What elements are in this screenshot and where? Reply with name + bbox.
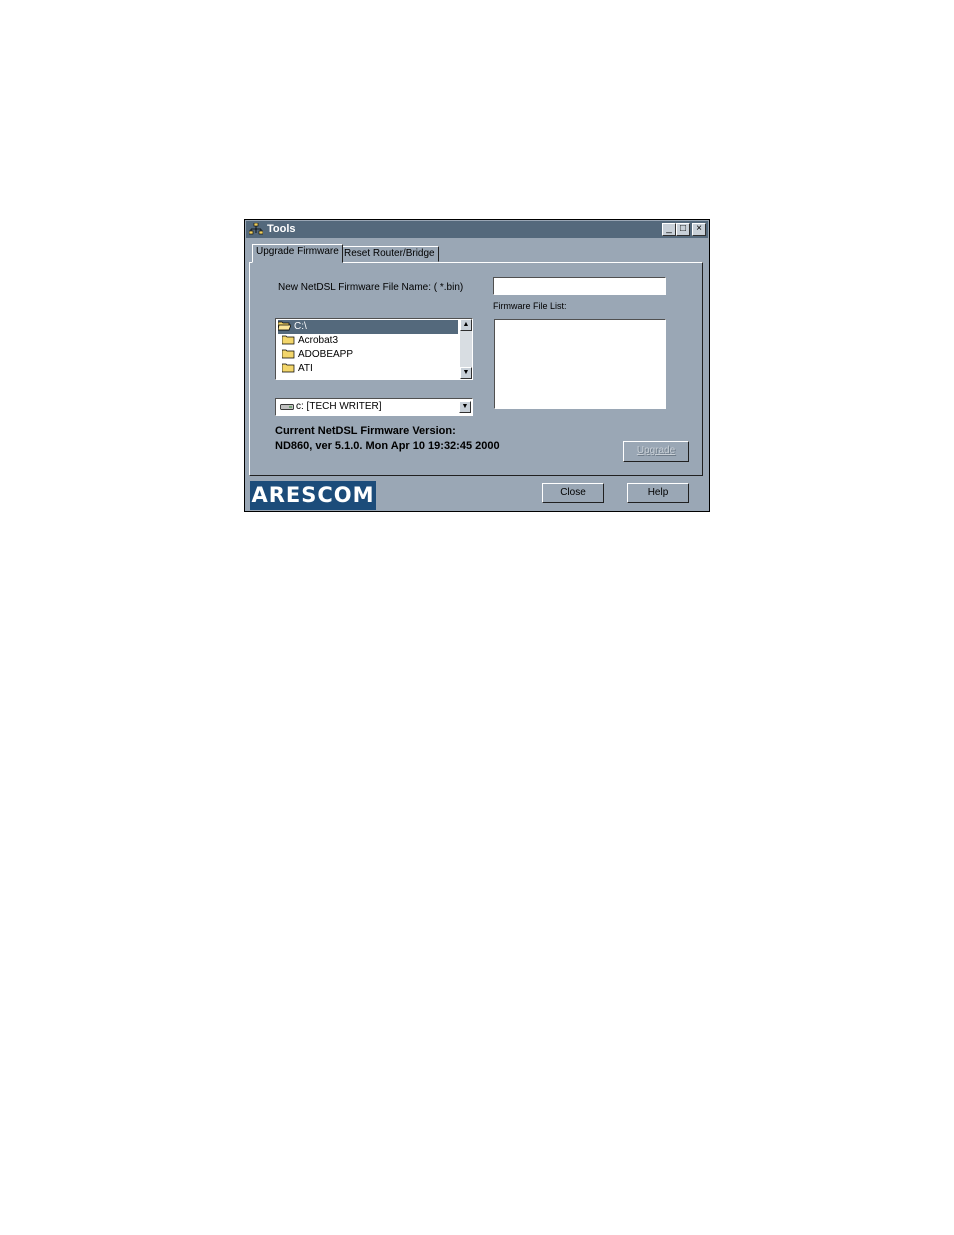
directory-item[interactable]: C:\ — [278, 320, 458, 334]
drive-select[interactable]: c: [TECH WRITER] ▼ — [275, 398, 473, 416]
window-title: Tools — [267, 223, 296, 235]
tools-window: Tools _ □ × Upgrade Firmware Reset Route… — [244, 219, 710, 512]
maximize-button[interactable]: □ — [676, 223, 690, 236]
version-heading: Current NetDSL Firmware Version: — [275, 425, 456, 437]
firmware-file-name-input[interactable] — [493, 277, 666, 295]
upgrade-button[interactable]: Upgrade — [623, 441, 689, 462]
chevron-down-icon[interactable]: ▼ — [459, 401, 471, 413]
directory-item[interactable]: ADOBEAPP — [282, 348, 462, 362]
network-icon — [249, 223, 263, 235]
file-name-label: New NetDSL Firmware File Name: ( *.bin) — [278, 282, 464, 293]
scroll-up-icon[interactable]: ▲ — [460, 319, 472, 331]
drive-icon — [280, 404, 294, 410]
close-button[interactable]: Close — [542, 483, 604, 503]
tab-upgrade-firmware[interactable]: Upgrade Firmware — [252, 244, 343, 263]
directory-name: C:\ — [294, 321, 307, 332]
directory-item[interactable]: ATI — [282, 362, 462, 376]
file-list-label: Firmware File List: — [493, 301, 567, 311]
directory-name: ATI — [298, 363, 313, 374]
help-button[interactable]: Help — [627, 483, 689, 503]
directory-item[interactable]: Acrobat3 — [282, 334, 462, 348]
directory-name: Acrobat3 — [298, 335, 339, 346]
directory-scrollbar[interactable]: ▲ ▼ — [460, 319, 472, 379]
tab-reset-router-bridge[interactable]: Reset Router/Bridge — [340, 246, 439, 262]
directory-list[interactable]: C:\ Acrobat3 ADOBEAPP ATI ▲ ▼ — [275, 318, 473, 380]
directory-name: ADOBEAPP — [298, 349, 354, 360]
folder-icon — [282, 363, 295, 373]
title-bar[interactable]: Tools _ □ × — [246, 221, 708, 238]
open-folder-icon — [278, 321, 291, 331]
folder-icon — [282, 349, 295, 359]
scroll-down-icon[interactable]: ▼ — [460, 367, 472, 379]
minimize-button[interactable]: _ — [662, 223, 676, 236]
folder-icon — [282, 335, 295, 345]
firmware-version-value: ND860, ver 5.1.0. Mon Apr 10 19:32:45 20… — [275, 440, 500, 452]
firmware-file-list[interactable] — [494, 319, 666, 409]
arescom-logo: ARESCOM — [250, 481, 376, 510]
drive-select-value: c: [TECH WRITER] — [296, 401, 382, 412]
close-window-button[interactable]: × — [692, 223, 706, 236]
